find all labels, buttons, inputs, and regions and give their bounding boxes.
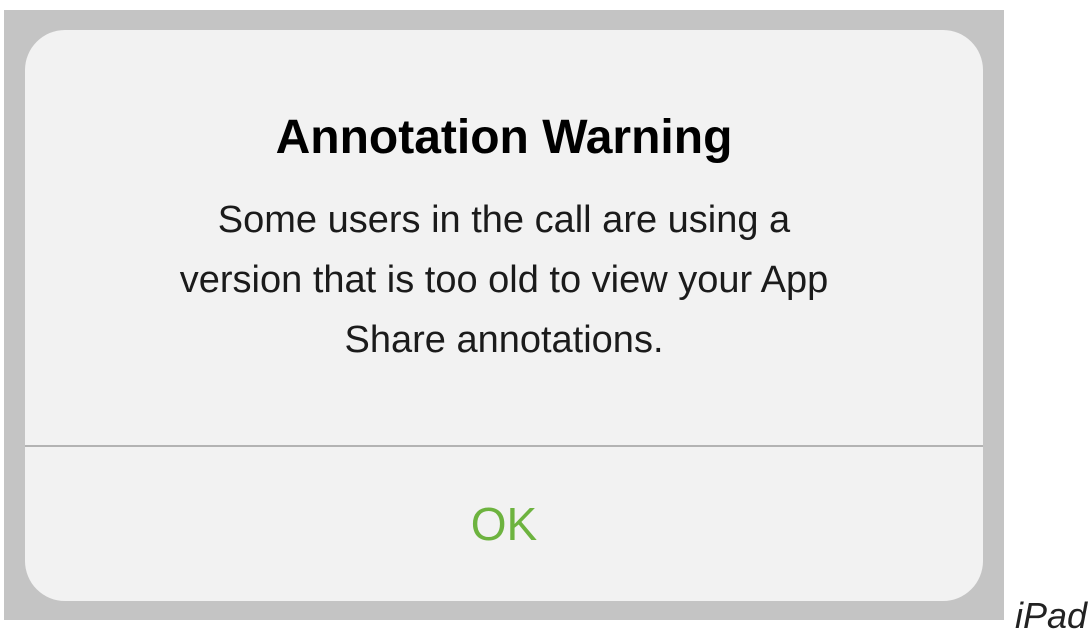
alert-message-line: Some users in the call are using a bbox=[217, 199, 791, 241]
screen-backdrop: Annotation Warning Some users in the cal… bbox=[4, 10, 1004, 620]
device-caption: iPad bbox=[1015, 595, 1088, 636]
alert-message-line: Share annotations. bbox=[344, 319, 664, 361]
ok-button[interactable]: OK bbox=[25, 447, 983, 601]
alert-dialog: Annotation Warning Some users in the cal… bbox=[25, 30, 983, 601]
alert-message: Some users in the call are using a versi… bbox=[65, 190, 943, 370]
alert-title: Annotation Warning bbox=[275, 111, 733, 164]
alert-message-line: version that is too old to view your App bbox=[179, 259, 829, 301]
